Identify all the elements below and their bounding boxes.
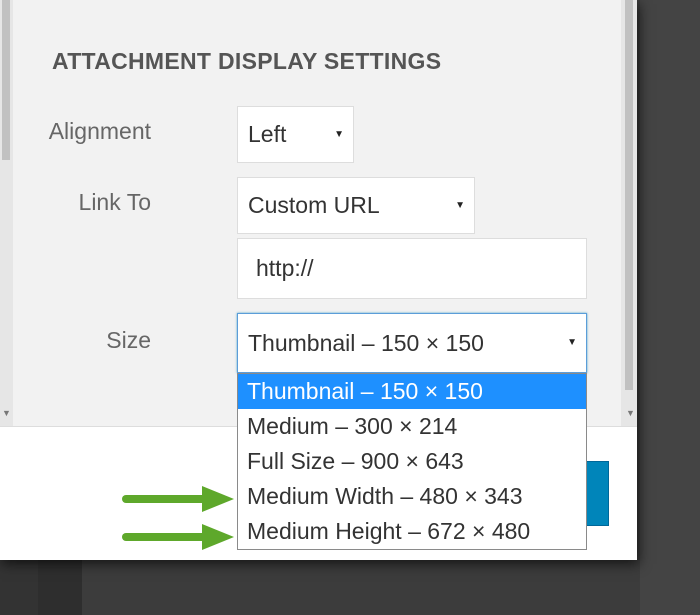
backdrop-right: [640, 0, 700, 615]
green-arrow-icon: [122, 524, 234, 550]
size-value: Thumbnail – 150 × 150: [248, 329, 484, 356]
link-to-value: Custom URL: [248, 192, 380, 218]
right-scrollbar[interactable]: ▼: [621, 0, 637, 426]
scroll-down-arrow-icon[interactable]: ▼: [2, 408, 11, 418]
custom-url-input[interactable]: http://: [237, 238, 587, 299]
link-to-label: Link To: [78, 189, 151, 215]
green-arrow-icon: [122, 486, 234, 512]
size-option[interactable]: Medium Height – 672 × 480: [238, 514, 586, 549]
caret-down-icon: ▼: [334, 128, 344, 140]
backdrop-bottom-left: [0, 560, 38, 615]
size-option[interactable]: Medium – 300 × 214: [238, 409, 586, 444]
scroll-down-arrow-icon[interactable]: ▼: [626, 408, 635, 418]
size-option[interactable]: Medium Width – 480 × 343: [238, 479, 586, 514]
size-option[interactable]: Full Size – 900 × 643: [238, 444, 586, 479]
caret-down-icon: ▼: [455, 199, 465, 211]
size-label: Size: [106, 327, 151, 353]
size-select[interactable]: Thumbnail – 150 × 150 ▼: [237, 313, 587, 373]
size-option[interactable]: Thumbnail – 150 × 150: [238, 374, 586, 409]
backdrop-bottom-mid: [38, 560, 82, 615]
size-dropdown-list: Thumbnail – 150 × 150 Medium – 300 × 214…: [237, 373, 587, 550]
section-heading: ATTACHMENT DISPLAY SETTINGS: [52, 48, 442, 74]
alignment-label: Alignment: [48, 118, 151, 144]
custom-url-value: http://: [256, 255, 314, 281]
alignment-select[interactable]: Left ▼: [237, 106, 354, 163]
alignment-value: Left: [248, 121, 287, 147]
caret-down-icon: ▼: [567, 336, 577, 348]
right-scrollbar-thumb[interactable]: [625, 0, 633, 390]
link-to-select[interactable]: Custom URL ▼: [237, 177, 475, 234]
